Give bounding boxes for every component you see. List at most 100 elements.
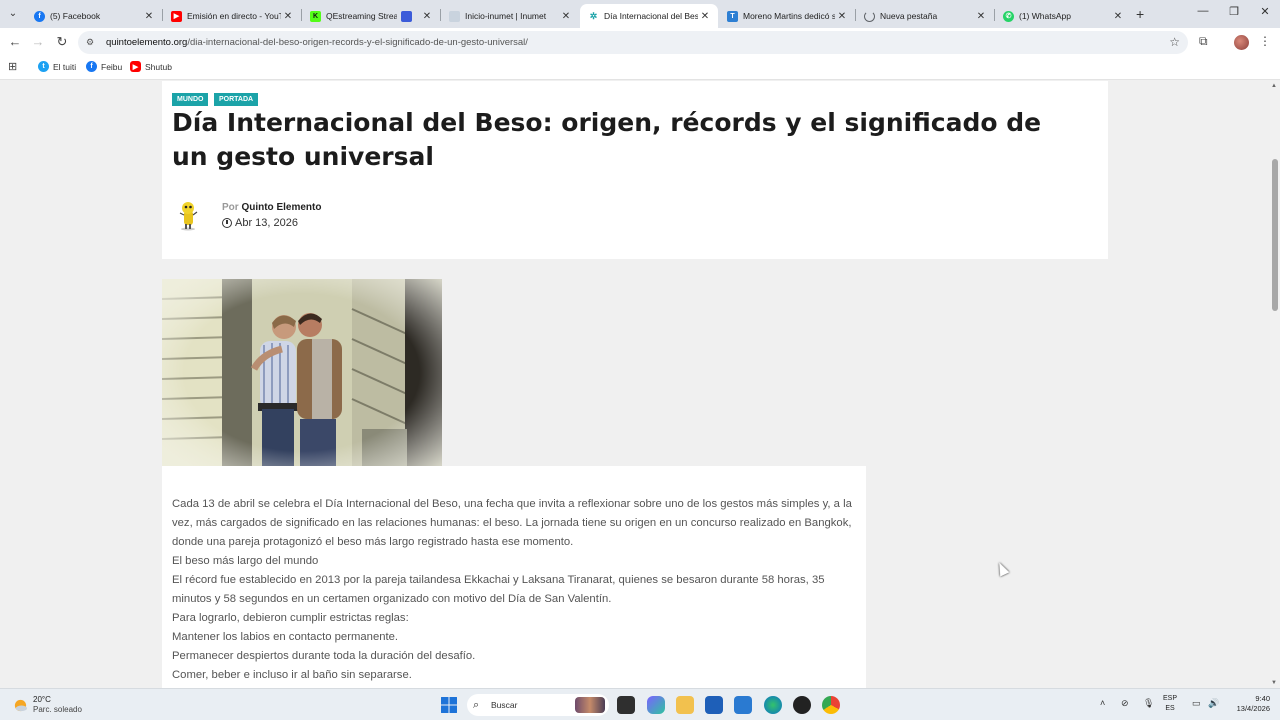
widgets-icon[interactable] xyxy=(647,696,665,714)
language-code: ESP xyxy=(1163,695,1178,702)
scroll-up-arrow-icon[interactable]: ▲ xyxy=(1271,83,1277,89)
tab-youtube[interactable]: ▶ Emisión en directo - YouTube ✕ xyxy=(163,4,301,28)
taskbar: 20°C Parc. soleado ⌕ Buscar ˄ ⊘ 🎙 ESP ES… xyxy=(0,688,1280,720)
search-highlight-image xyxy=(575,697,605,713)
restore-icon[interactable]: ❐ xyxy=(1219,5,1249,18)
article-subheading: El beso más largo del mundo xyxy=(172,555,319,567)
url-text[interactable]: quintoelemento.org/dia-internacional-del… xyxy=(106,37,528,48)
volume-icon[interactable]: 🔊 xyxy=(1208,698,1219,709)
whatsapp-icon: ✆ xyxy=(1003,10,1014,22)
tab-title: Inicio-inumet | Inumet xyxy=(465,11,547,21)
back-arrow-icon[interactable]: ← xyxy=(6,34,24,49)
bookmark-shutub[interactable]: ▶ Shutub xyxy=(130,61,172,72)
taskbar-search[interactable]: ⌕ Buscar xyxy=(467,694,609,716)
article-header: MUNDO PORTADA Día Internacional del Beso… xyxy=(162,81,1108,259)
weather-temperature[interactable]: 20°C xyxy=(33,695,51,704)
network-off-icon[interactable]: ⊘ xyxy=(1121,698,1129,709)
edge-icon[interactable] xyxy=(764,696,782,714)
task-view-icon[interactable] xyxy=(617,696,635,714)
tab-title: Nueva pestaña xyxy=(880,11,938,21)
close-icon[interactable]: ✕ xyxy=(1111,11,1125,22)
tab-title: Emisión en directo - YouTube xyxy=(187,11,281,21)
minimize-icon[interactable]: — xyxy=(1188,5,1218,17)
byline-prefix: Por xyxy=(222,202,239,213)
article-list-item: Comer, beber e incluso ir al baño sin se… xyxy=(172,669,412,681)
address-bar[interactable]: ⚙ quintoelemento.org/dia-internacional-d… xyxy=(78,31,1188,54)
bookmark-label: El tuiti xyxy=(53,61,77,72)
byline: Por Quinto Elemento xyxy=(222,202,321,213)
article-paragraph: Cada 13 de abril se celebra el Día Inter… xyxy=(172,498,852,548)
close-icon[interactable]: ✕ xyxy=(835,11,849,22)
bookmark-star-icon[interactable]: ☆ xyxy=(1169,35,1180,49)
category-badge[interactable]: PORTADA xyxy=(214,93,259,106)
loading-icon xyxy=(864,10,875,22)
facebook-icon: f xyxy=(86,61,97,72)
bookmark-feibu[interactable]: f Feibu xyxy=(86,61,122,72)
tab-nueva-pestana[interactable]: Nueva pestaña ✕ xyxy=(856,4,994,28)
article-photo xyxy=(162,279,442,466)
page-scrollbar[interactable]: ▲ ▼ xyxy=(1270,81,1280,688)
forward-arrow-icon[interactable]: → xyxy=(29,34,47,49)
url-host: quintoelemento.org xyxy=(106,37,188,48)
window-close-icon[interactable]: ✕ xyxy=(1250,5,1280,18)
close-icon[interactable]: ✕ xyxy=(142,11,156,22)
category-badge[interactable]: MUNDO xyxy=(172,93,209,106)
tab-title: (5) Facebook xyxy=(50,11,101,21)
tab-facebook[interactable]: f (5) Facebook ✕ xyxy=(26,4,162,28)
reload-icon[interactable]: ↻ xyxy=(53,34,71,50)
author-name[interactable]: Quinto Elemento xyxy=(241,202,321,213)
scrollbar-thumb[interactable] xyxy=(1272,159,1278,311)
publish-date: Abr 13, 2026 xyxy=(222,217,298,229)
clock-time: 9:40 xyxy=(1255,694,1270,703)
file-explorer-icon[interactable] xyxy=(676,696,694,714)
close-icon[interactable]: ✕ xyxy=(281,11,295,22)
tab-title: Día Internacional del Beso xyxy=(604,11,698,21)
chevron-up-icon[interactable]: ˄ xyxy=(1100,698,1105,708)
partly-sunny-icon[interactable] xyxy=(13,698,28,713)
language-indicator[interactable]: ESP ES xyxy=(1163,694,1177,714)
url-path: /dia-internacional-del-beso-origen-recor… xyxy=(187,37,528,48)
tab-search-chevron-icon[interactable]: ⌄ xyxy=(4,5,22,23)
store-icon[interactable] xyxy=(705,696,723,714)
profile-avatar[interactable] xyxy=(1234,35,1249,50)
twitter-icon: t xyxy=(38,61,49,72)
tab-title: (1) WhatsApp xyxy=(1019,11,1071,21)
author-avatar[interactable] xyxy=(176,199,200,231)
cast-icon[interactable]: ⧉ xyxy=(1199,34,1208,49)
close-icon[interactable]: ✕ xyxy=(559,11,573,22)
close-icon[interactable]: ✕ xyxy=(974,11,988,22)
page-viewport: MUNDO PORTADA Día Internacional del Beso… xyxy=(0,81,1270,688)
youtube-icon: ▶ xyxy=(130,61,141,72)
tab-qestreaming[interactable]: K QEstreaming Stream ✕ xyxy=(302,4,440,28)
kick-icon: K xyxy=(310,10,321,22)
display-icon[interactable]: ▭ xyxy=(1192,698,1201,709)
mail-icon[interactable] xyxy=(734,696,752,714)
github-icon[interactable] xyxy=(793,696,811,714)
article-paragraph: El récord fue establecido en 2013 por la… xyxy=(172,574,825,605)
youtube-icon: ▶ xyxy=(171,10,182,22)
tab-whatsapp[interactable]: ✆ (1) WhatsApp ✕ xyxy=(995,4,1131,28)
new-tab-plus-icon[interactable]: + xyxy=(1136,6,1144,22)
scroll-down-arrow-icon[interactable]: ▼ xyxy=(1271,680,1277,686)
bookmark-el-tuiti[interactable]: t El tuiti xyxy=(38,61,76,72)
article-list-item: Permanecer despiertos durante toda la du… xyxy=(172,650,476,662)
system-clock[interactable]: 9:40 13/4/2026 xyxy=(1226,694,1270,714)
close-icon[interactable]: ✕ xyxy=(420,11,434,22)
tab-inumet[interactable]: Inicio-inumet | Inumet ✕ xyxy=(441,4,579,28)
site-icon: ✲ xyxy=(589,10,598,21)
tab-moreno-martins[interactable]: T Moreno Martins dedicó su ✕ xyxy=(719,4,855,28)
article-list-item: Mantener los labios en contacto permanen… xyxy=(172,631,399,643)
weather-description[interactable]: Parc. soleado xyxy=(33,705,82,714)
search-placeholder: Buscar xyxy=(491,700,518,710)
apps-grid-icon[interactable]: ⊞ xyxy=(8,62,19,73)
article-title: Día Internacional del Beso: origen, réco… xyxy=(172,108,1042,171)
windows-start-icon[interactable] xyxy=(440,696,458,714)
site-info-icon[interactable]: ⚙ xyxy=(86,37,102,48)
tab-title: QEstreaming Stream xyxy=(326,11,397,21)
tab-dia-del-beso[interactable]: ✲ Día Internacional del Beso ✕ xyxy=(580,4,718,28)
close-icon[interactable]: ✕ xyxy=(698,11,712,22)
microphone-icon[interactable]: 🎙 xyxy=(1143,698,1154,709)
article-body: Cada 13 de abril se celebra el Día Inter… xyxy=(162,466,866,688)
menu-kebab-icon[interactable]: ⋮ xyxy=(1259,34,1271,48)
chrome-icon[interactable] xyxy=(822,696,840,714)
